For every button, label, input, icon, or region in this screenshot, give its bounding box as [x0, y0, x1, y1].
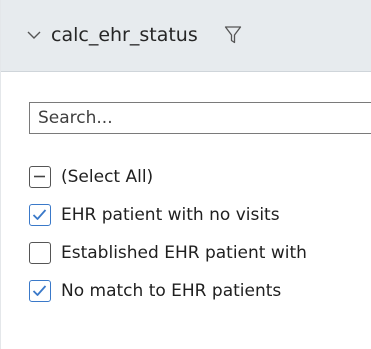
ehr-no-visits-checkbox[interactable] — [29, 204, 51, 226]
option-label: EHR patient with no visits — [61, 205, 280, 225]
search-input[interactable] — [29, 102, 371, 134]
select-all-checkbox[interactable] — [29, 166, 51, 188]
option-select-all[interactable]: (Select All) — [29, 158, 371, 196]
option-no-match[interactable]: No match to EHR patients — [29, 272, 371, 310]
option-list: (Select All) EHR patient with no visits … — [29, 158, 371, 310]
option-ehr-no-visits[interactable]: EHR patient with no visits — [29, 196, 371, 234]
option-label: (Select All) — [61, 167, 154, 187]
filter-panel: calc_ehr_status (Select All) EHR patient — [0, 0, 371, 349]
option-established-ehr[interactable]: Established EHR patient with — [29, 234, 371, 272]
option-label: No match to EHR patients — [61, 281, 282, 301]
no-match-checkbox[interactable] — [29, 280, 51, 302]
filter-icon[interactable] — [224, 25, 242, 45]
filter-header[interactable]: calc_ehr_status — [1, 0, 371, 72]
established-ehr-checkbox[interactable] — [29, 242, 51, 264]
option-label: Established EHR patient with — [61, 243, 307, 263]
field-name: calc_ehr_status — [51, 24, 198, 46]
chevron-down-icon[interactable] — [25, 26, 43, 44]
